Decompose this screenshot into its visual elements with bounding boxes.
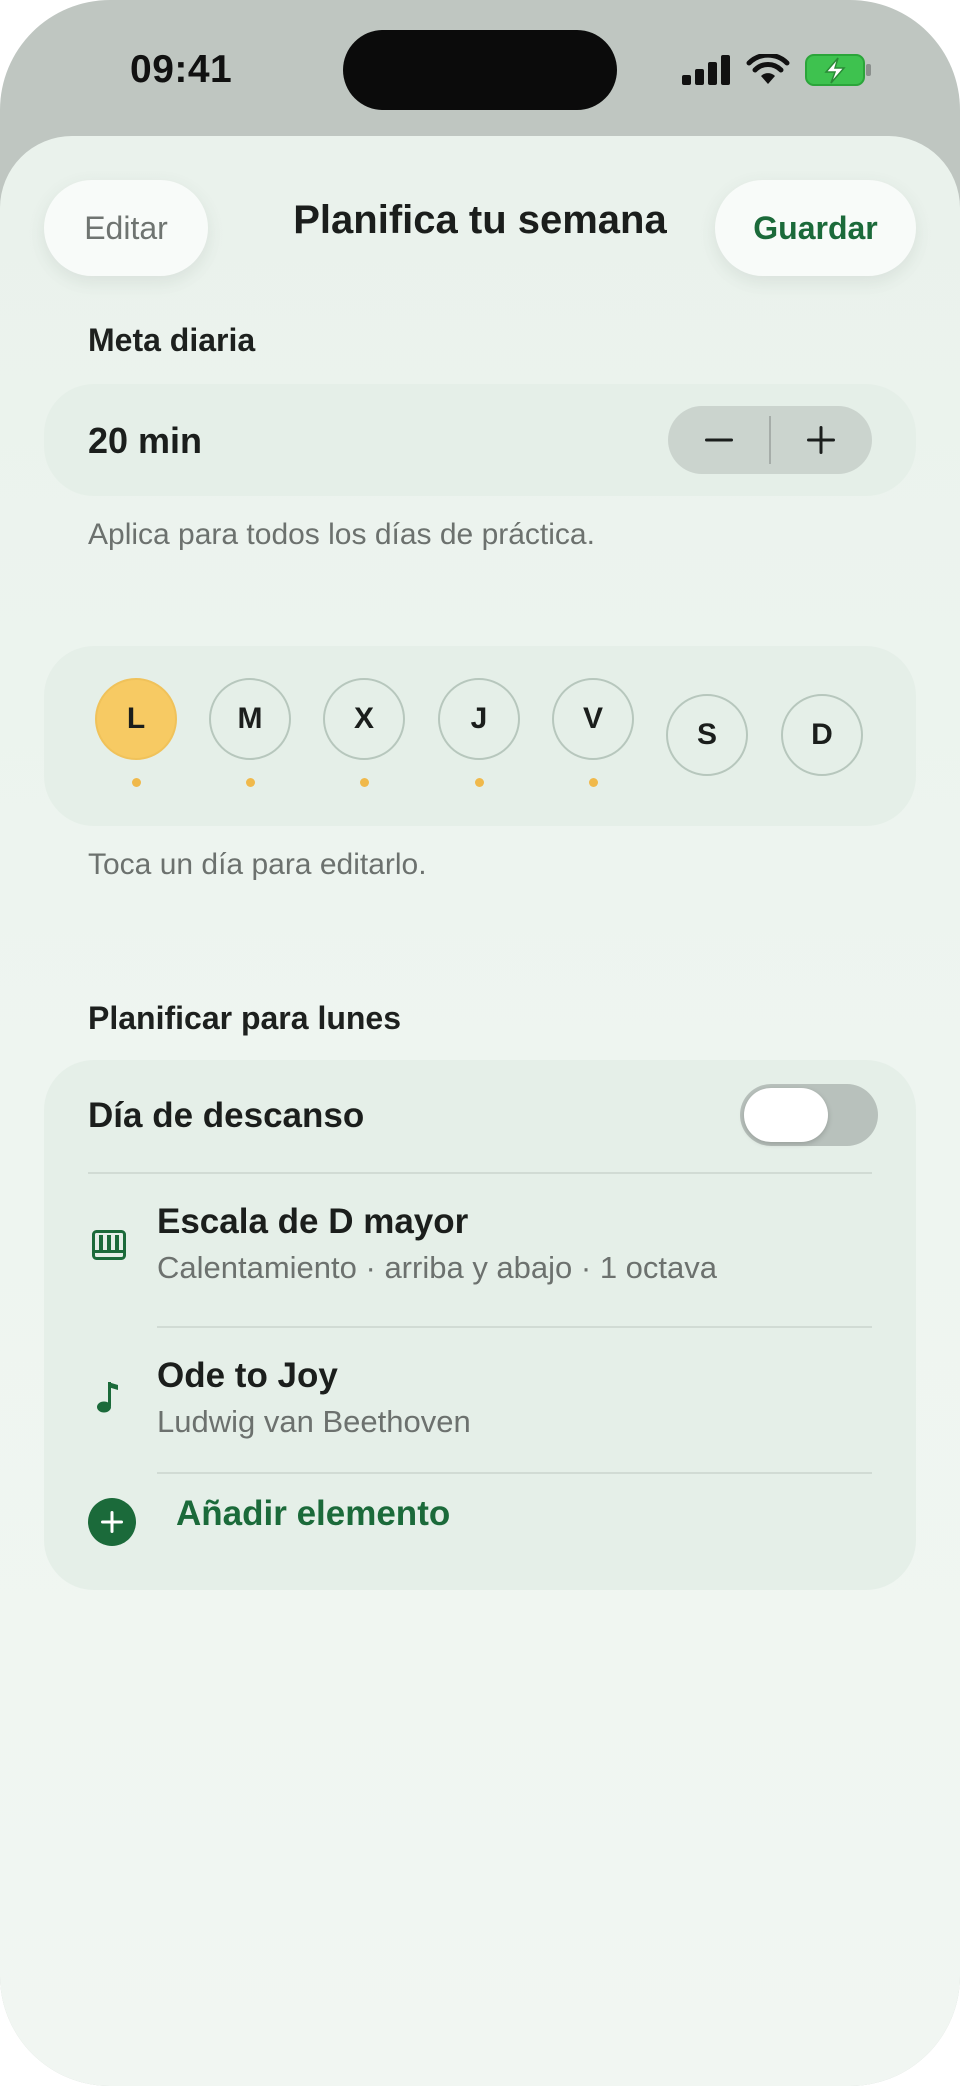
day-button-d[interactable]: D bbox=[781, 694, 863, 776]
status-time: 09:41 bbox=[130, 48, 233, 91]
goal-stepper bbox=[668, 406, 872, 474]
status-icons bbox=[682, 52, 872, 88]
plan-item-piece[interactable]: Ode to Joy Ludwig van Beethoven bbox=[44, 1328, 916, 1480]
plan-card: Día de descanso Escala de D mayor Calent… bbox=[44, 1060, 916, 1590]
save-button[interactable]: Guardar bbox=[715, 180, 916, 276]
plan-day-label: Planificar para lunes bbox=[88, 1000, 402, 1036]
day-button-s[interactable]: S bbox=[666, 694, 748, 776]
day-button-x[interactable]: X bbox=[323, 678, 405, 760]
rest-day-toggle[interactable] bbox=[740, 1084, 878, 1146]
plan-dot bbox=[246, 778, 255, 787]
toggle-knob bbox=[744, 1088, 828, 1142]
status-bar: 09:41 bbox=[0, 0, 960, 136]
add-item-label: Añadir elemento bbox=[176, 1494, 451, 1533]
plan-dot bbox=[475, 778, 484, 787]
wifi-icon bbox=[746, 54, 790, 84]
stepper-divider bbox=[769, 416, 771, 464]
minus-icon bbox=[705, 438, 733, 442]
decrement-button[interactable] bbox=[668, 406, 770, 474]
music-note-icon bbox=[97, 1382, 118, 1413]
plus-icon bbox=[807, 426, 835, 454]
day-button-j[interactable]: J bbox=[438, 678, 520, 760]
rest-day-label: Día de descanso bbox=[88, 1096, 365, 1135]
day-button-l[interactable]: L bbox=[95, 678, 177, 760]
increment-button[interactable] bbox=[770, 406, 872, 474]
daily-goal-label: Meta diaria bbox=[88, 322, 256, 358]
daily-goal-card: 20 min bbox=[44, 384, 916, 496]
plan-dot bbox=[589, 778, 598, 787]
week-hint: Toca un día para editarlo. bbox=[88, 848, 427, 881]
day-button-v[interactable]: V bbox=[552, 678, 634, 760]
daily-goal-value: 20 min bbox=[88, 420, 203, 461]
plan-item-subtitle: Ludwig van Beethoven bbox=[157, 1404, 471, 1439]
plan-sheet: Editar Planifica tu semana Guardar Meta … bbox=[0, 136, 960, 2086]
plan-item-title: Escala de D mayor bbox=[157, 1202, 469, 1241]
plan-dot bbox=[360, 778, 369, 787]
day-button-m[interactable]: M bbox=[209, 678, 291, 760]
daily-goal-hint: Aplica para todos los días de práctica. bbox=[88, 518, 595, 551]
dynamic-island bbox=[343, 30, 617, 110]
plan-item-subtitle: Calentamiento · arriba y abajo · 1 octav… bbox=[157, 1250, 718, 1285]
plan-item-scale[interactable]: Escala de D mayor Calentamiento · arriba… bbox=[44, 1174, 916, 1326]
phone-screen: 09:41 Editar Planifica tu semana Guardar… bbox=[0, 0, 960, 2086]
week-day-selector: L M X J V S D bbox=[44, 646, 916, 826]
add-circle-icon bbox=[88, 1498, 136, 1546]
plan-dot bbox=[132, 778, 141, 787]
cellular-signal-icon bbox=[682, 55, 730, 85]
piano-keys-icon bbox=[92, 1230, 126, 1260]
add-item-button[interactable]: Añadir elemento bbox=[44, 1472, 916, 1568]
battery-charging-icon bbox=[805, 54, 871, 86]
plan-item-title: Ode to Joy bbox=[157, 1356, 338, 1395]
